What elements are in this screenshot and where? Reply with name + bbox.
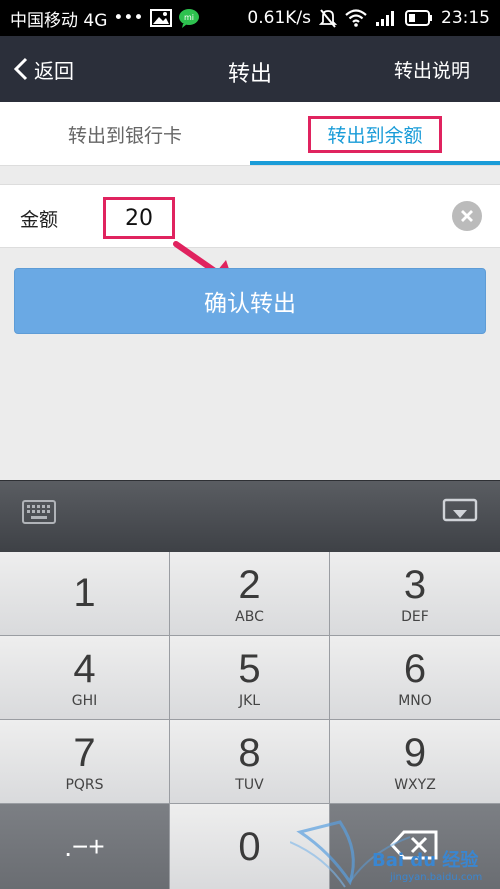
chevron-left-icon [14, 57, 28, 81]
message-app-icon: mi [178, 8, 200, 28]
watermark-url: jingyan.baidu.com [390, 872, 483, 883]
key-2[interactable]: 2 ABC [170, 552, 329, 635]
carrier-label: 中国移动 4G [10, 10, 108, 31]
key-3[interactable]: 3 DEF [330, 552, 500, 635]
tab-label: 转出到银行卡 [67, 124, 182, 147]
clear-button[interactable] [452, 201, 482, 231]
key-6[interactable]: 6 MNO [330, 636, 500, 719]
status-bar: 中国移动 4G ••• mi 0.61K/s 23:15 [0, 0, 500, 36]
mute-icon [319, 8, 337, 28]
help-button[interactable]: 转出说明 [394, 36, 470, 102]
svg-text:mi: mi [183, 13, 193, 22]
battery-icon [405, 10, 433, 26]
watermark-text: Bai du 经验 [372, 850, 479, 871]
key-7[interactable]: 7 PQRS [0, 720, 169, 803]
amount-row: 金额 [0, 184, 500, 248]
key-1[interactable]: 1 [0, 552, 169, 635]
back-label: 返回 [34, 58, 74, 83]
key-9[interactable]: 9 WXYZ [330, 720, 500, 803]
back-button[interactable]: 返回 [14, 36, 74, 102]
close-icon [460, 209, 474, 223]
network-speed: 0.61K/s [247, 8, 311, 28]
key-5[interactable]: 5 JKL [170, 636, 329, 719]
tab-bar: 转出到银行卡 转出到余额 [0, 102, 500, 166]
key-4[interactable]: 4 GHI [0, 636, 169, 719]
tab-to-bank-card[interactable]: 转出到银行卡 [0, 102, 250, 166]
active-tab-indicator [250, 161, 500, 165]
tab-to-balance[interactable]: 转出到余额 [250, 102, 500, 166]
clock: 23:15 [441, 8, 490, 28]
image-notification-icon [149, 9, 172, 27]
keyboard-toolbar [0, 480, 500, 552]
key-symbols[interactable]: .−+ [0, 804, 169, 889]
signal-icon [375, 9, 397, 27]
keyboard-collapse-icon[interactable] [442, 498, 478, 530]
navigation-bar: 返回 转出 转出说明 [0, 36, 500, 102]
amount-label: 金额 [20, 209, 59, 231]
notification-dots: ••• [113, 8, 144, 28]
confirm-transfer-button[interactable]: 确认转出 [14, 268, 486, 334]
keyboard-icon[interactable] [22, 500, 56, 528]
key-8[interactable]: 8 TUV [170, 720, 329, 803]
amount-input[interactable]: 20 [103, 197, 175, 239]
wifi-icon [345, 9, 367, 27]
tab-label-highlighted: 转出到余额 [308, 115, 442, 153]
